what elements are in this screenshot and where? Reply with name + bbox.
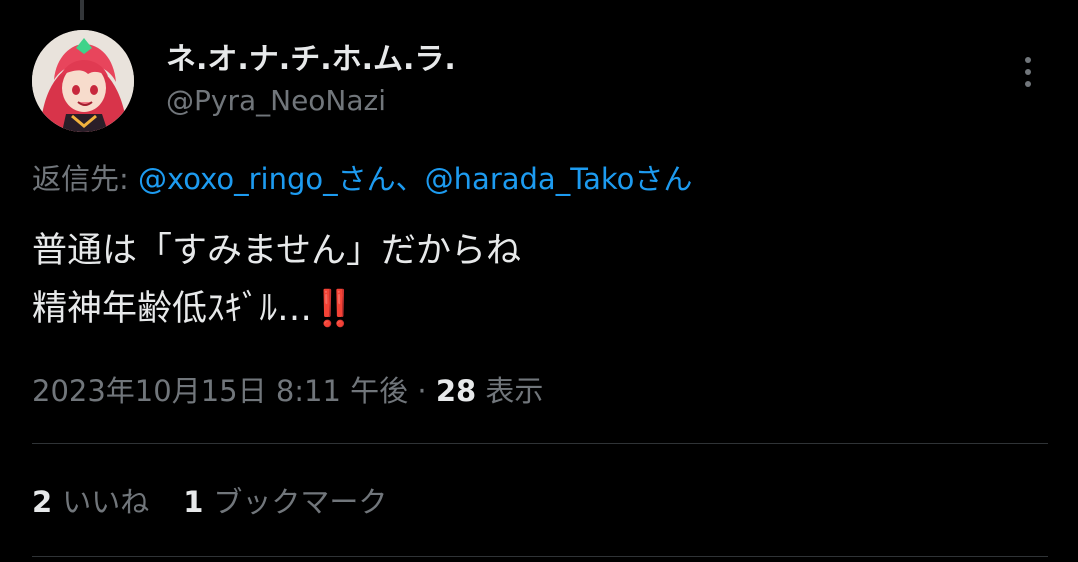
reply-separator: 、	[395, 162, 425, 196]
thread-connector-line	[80, 0, 84, 20]
tweet-body: 普通は「すみません」だからね 精神年齢低ｽｷﾞﾙ…‼️	[32, 222, 521, 338]
more-vertical-icon	[1025, 57, 1031, 63]
avatar[interactable]	[32, 30, 134, 132]
bookmarks-label: ブックマーク	[213, 485, 388, 519]
avatar-image	[32, 30, 134, 132]
reply-prefix: 返信先:	[32, 162, 138, 196]
more-vertical-icon-dot	[1025, 69, 1031, 75]
author-handle[interactable]: @Pyra_NeoNazi	[166, 82, 386, 120]
likes-count: 2	[32, 485, 53, 519]
reply-mention-link[interactable]: @xoxo_ringo_さん	[138, 162, 396, 196]
tweet-text-line-2: 精神年齢低ｽｷﾞﾙ…‼️	[32, 280, 521, 338]
likes-stat[interactable]: 2 いいね	[32, 481, 149, 523]
reply-context: 返信先: @xoxo_ringo_さん、@harada_Takoさん	[32, 158, 692, 200]
double-exclamation-emoji: ‼️	[312, 289, 356, 329]
tweet-timestamp[interactable]: 2023年10月15日 8:11 午後	[32, 374, 408, 408]
meta-separator: ·	[408, 374, 436, 408]
tweet-meta: 2023年10月15日 8:11 午後 · 28 表示	[32, 370, 543, 412]
views-count: 28	[435, 374, 477, 408]
likes-label: いいね	[62, 485, 150, 519]
more-options-button[interactable]	[1010, 52, 1046, 92]
engagement-stats: 2 いいね 1 ブックマーク	[32, 481, 387, 523]
bookmarks-count: 1	[183, 485, 204, 519]
bookmarks-stat[interactable]: 1 ブックマーク	[183, 481, 387, 523]
author-display-name[interactable]: ネ.オ.ナ.チ.ホ.ム.ラ.	[166, 40, 456, 80]
reply-mention-link[interactable]: @harada_Takoさん	[425, 162, 693, 196]
tweet-text-line: 普通は「すみません」だからね	[32, 231, 521, 271]
views-label: 表示	[476, 374, 544, 408]
divider	[32, 556, 1048, 557]
more-vertical-icon-dot	[1025, 81, 1031, 87]
tweet-text: 精神年齢低ｽｷﾞﾙ…	[32, 289, 313, 329]
divider	[32, 443, 1048, 444]
